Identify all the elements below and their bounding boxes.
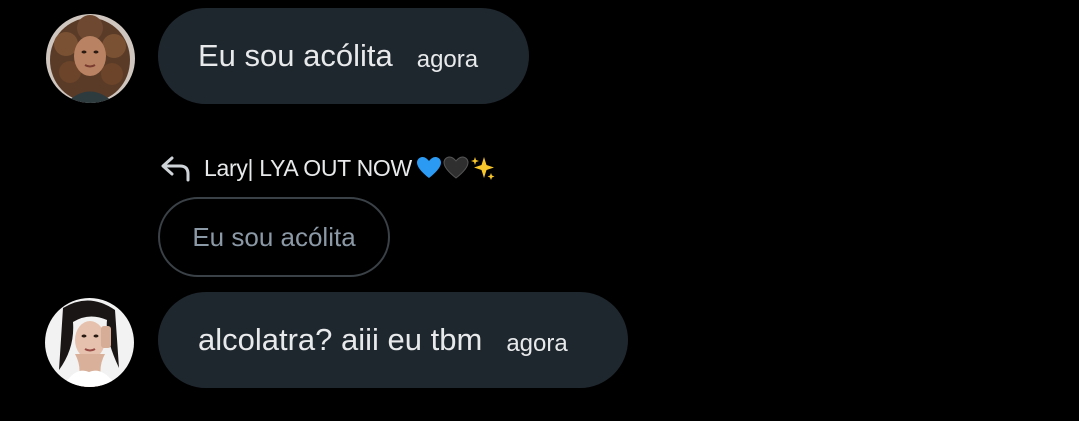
- message-bubble[interactable]: Eu sou acólita agora: [158, 8, 529, 104]
- blue-heart-icon: [416, 157, 441, 178]
- message-bubble[interactable]: alcolatra? aiii eu tbm agora: [158, 292, 628, 388]
- avatar[interactable]: [46, 14, 135, 103]
- reply-arrow-icon: [160, 154, 192, 182]
- avatar-curly-hair-woman: [46, 14, 135, 103]
- message-text: alcolatra? aiii eu tbm: [198, 322, 483, 357]
- avatar-dark-hair-woman: [45, 298, 134, 387]
- quoted-message-text: Eu sou acólita: [192, 221, 356, 252]
- message-timestamp: agora: [506, 330, 568, 357]
- avatar[interactable]: [45, 298, 134, 387]
- reply-context: Lary| LYA OUT NOW: [160, 150, 497, 186]
- reply-to-name: Lary| LYA OUT NOW: [204, 154, 412, 181]
- black-heart-icon: [443, 156, 469, 179]
- message-timestamp: agora: [416, 46, 479, 73]
- sparkles-icon: [470, 157, 495, 180]
- message-text: Eu sou acólita: [198, 38, 393, 73]
- quoted-message[interactable]: Eu sou acólita: [158, 197, 390, 277]
- reply-name-emojis: [416, 155, 497, 181]
